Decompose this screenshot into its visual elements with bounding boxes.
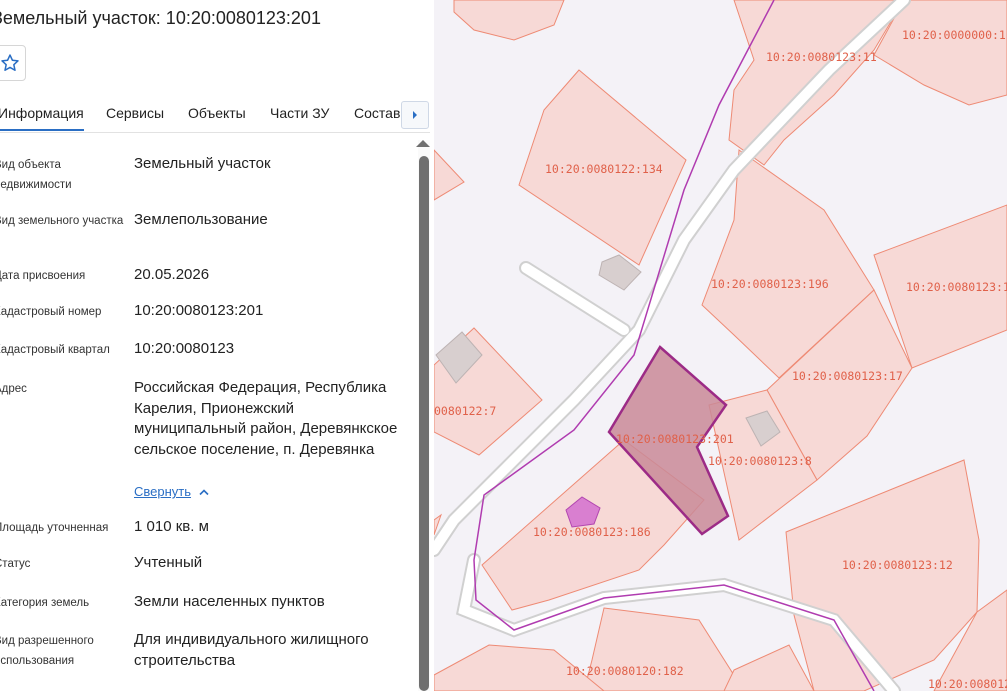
label-10-20-0080123-19: 10:20:0080123:19 bbox=[906, 280, 1007, 294]
tab-bar: Информация Сервисы Объекты Части ЗУ Сост… bbox=[0, 97, 430, 133]
label-10-20-0080123-11: 10:20:0080123:11 bbox=[766, 50, 877, 64]
value-cadastral-number: 10:20:0080123:201 bbox=[134, 302, 264, 319]
value-area: 1 010 кв. м bbox=[134, 518, 209, 535]
tab-services[interactable]: Сервисы bbox=[106, 105, 164, 121]
label-land-category: Категория земель bbox=[0, 597, 90, 609]
label-10-20-0080123-201: 10:20:0080123:201 bbox=[616, 432, 734, 446]
value-permitted-use: Для индивидуального жилищного строительс… bbox=[134, 631, 369, 669]
star-icon bbox=[1, 54, 19, 71]
value-land-category: Земли населенных пунктов bbox=[134, 593, 325, 610]
value-status: Учтенный bbox=[134, 554, 203, 571]
parcel-bottom-mid[interactable] bbox=[723, 644, 815, 691]
label-0080122-7: 0080122:7 bbox=[434, 404, 496, 418]
label-parcel-type: Вид земельного участка bbox=[0, 215, 124, 227]
label-address: Адрес bbox=[0, 383, 27, 395]
info-panel: Земельный участок: 10:20:0080123:201 Инф… bbox=[0, 0, 434, 691]
collapse-label: Свернуть bbox=[134, 484, 192, 499]
tab-parts[interactable]: Части ЗУ bbox=[270, 105, 329, 121]
tab-objects[interactable]: Объекты bbox=[188, 105, 246, 121]
label-10-20-0080122-134: 10:20:0080122:134 bbox=[545, 162, 663, 176]
value-date: 20.05.2026 bbox=[134, 266, 210, 283]
label-10-20-0080123-196: 10:20:0080123:196 bbox=[711, 277, 829, 291]
collapse-link[interactable]: Свернуть bbox=[134, 484, 209, 499]
parcel-top-left[interactable] bbox=[453, 0, 565, 41]
value-cadastral-quarter: 10:20:0080123 bbox=[134, 340, 235, 357]
label-10-20-0080123-8: 10:20:0080123:8 bbox=[708, 454, 812, 468]
scrollbar-thumb[interactable] bbox=[419, 156, 429, 691]
label-area: Площадь уточненная bbox=[0, 522, 109, 534]
parcel-bottom-center[interactable] bbox=[583, 607, 745, 691]
label-permitted-use: Вид разрешенного использования bbox=[0, 635, 94, 667]
chevron-up-icon bbox=[199, 488, 209, 495]
label-status: Статус bbox=[0, 558, 31, 570]
label-object-type: Вид объекта недвижимости bbox=[0, 159, 72, 191]
label-10-20-0080123-12: 10:20:0080123:12 bbox=[842, 558, 953, 572]
page-title: Земельный участок: 10:20:0080123:201 bbox=[0, 8, 321, 28]
favorite-button[interactable] bbox=[0, 45, 26, 81]
value-address: Российская Федерация, Республика Карелия… bbox=[134, 379, 398, 458]
value-parcel-type: Землепользование bbox=[134, 211, 268, 228]
label-10-20-0000000-11: 10:20:0000000:11 bbox=[902, 28, 1007, 42]
tab-scroll-button[interactable] bbox=[401, 101, 429, 129]
tab-info[interactable]: Информация bbox=[0, 105, 84, 131]
label-cadastral-number: Кадастровый номер bbox=[0, 306, 102, 318]
label-10-20-0080123-17: 10:20:0080123:17 bbox=[792, 369, 903, 383]
label-10-20-0080123-186: 10:20:0080123:186 bbox=[533, 525, 651, 539]
map-canvas[interactable]: 10:20:0080123:11 10:20:0000000:11 10:20:… bbox=[434, 0, 1007, 691]
value-object-type: Земельный участок bbox=[134, 155, 271, 172]
tab-composition[interactable]: Состав bbox=[354, 105, 400, 121]
parcel-left-edge-a[interactable] bbox=[434, 149, 465, 201]
label-date: Дата присвоения bbox=[0, 270, 86, 282]
scroll-up-arrow[interactable] bbox=[416, 140, 430, 147]
label-10-20-0080123-1: 10:20:0080123:1 bbox=[928, 677, 1007, 691]
label-cadastral-quarter: Кадастровый квартал bbox=[0, 344, 110, 356]
parcel-10-20-0080123-12[interactable] bbox=[785, 459, 980, 691]
chevron-right-icon bbox=[413, 111, 417, 119]
label-10-20-0080120-182: 10:20:0080120:182 bbox=[566, 664, 684, 678]
cadastral-map[interactable]: 10:20:0080123:11 10:20:0000000:11 10:20:… bbox=[434, 0, 1007, 691]
